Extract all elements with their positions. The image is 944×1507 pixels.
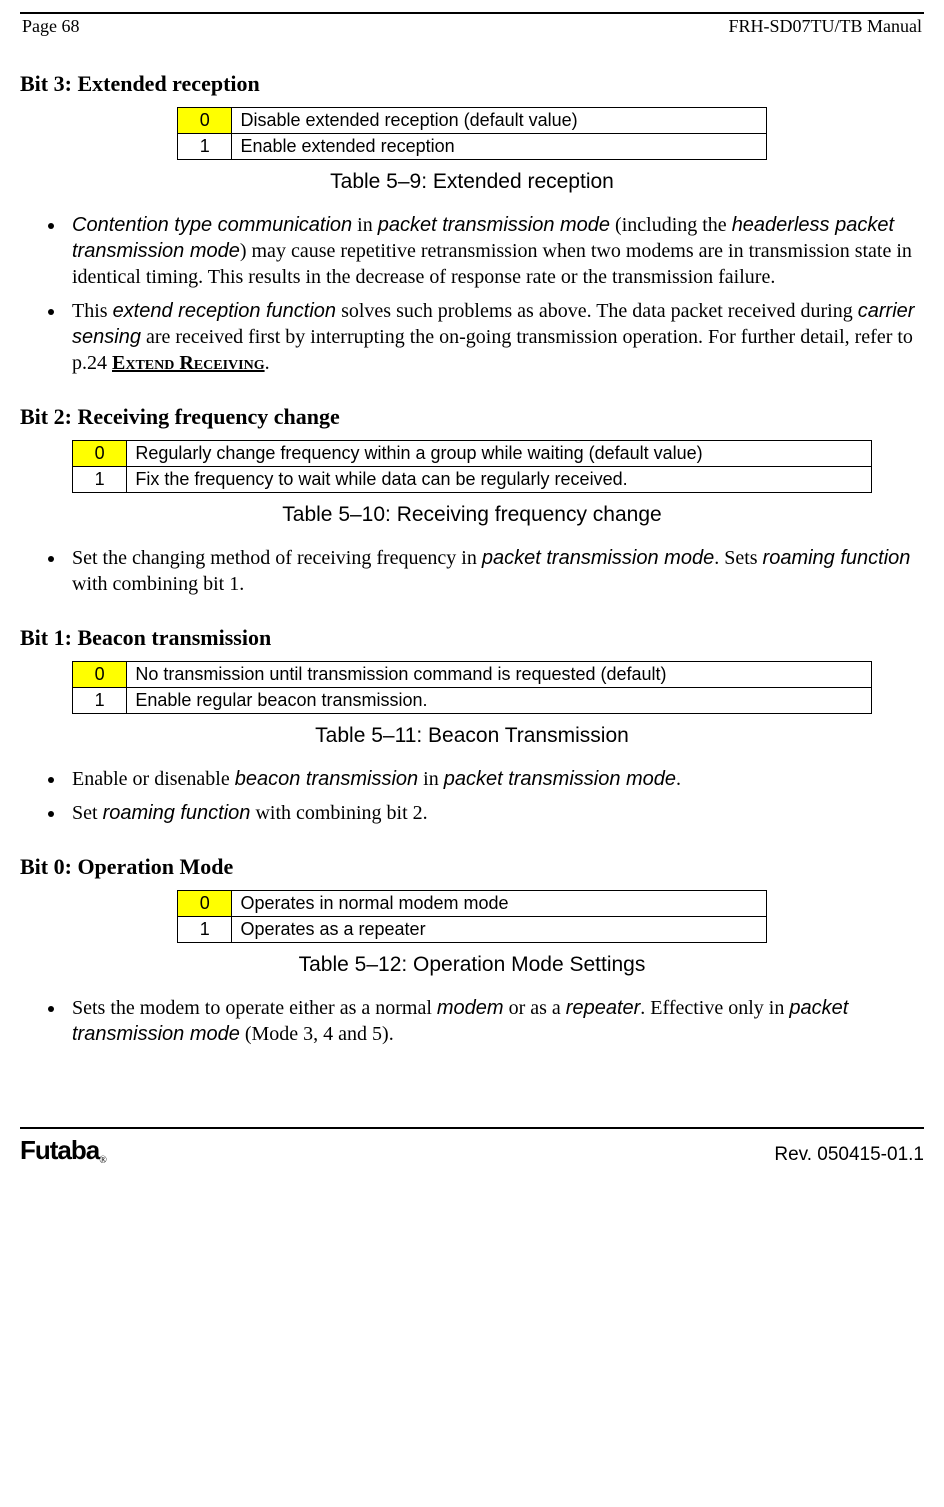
table-row: 1 Fix the frequency to wait while data c… bbox=[73, 467, 872, 493]
text: . Sets bbox=[714, 547, 762, 569]
futaba-logo: Futaba® bbox=[20, 1135, 107, 1166]
bit3-table: 0 Disable extended reception (default va… bbox=[177, 107, 767, 160]
revision-text: Rev. 050415-01.1 bbox=[774, 1144, 924, 1166]
text: Set bbox=[72, 802, 103, 824]
bit0-caption: Table 5–12: Operation Mode Settings bbox=[20, 953, 924, 977]
bit0-heading: Bit 0: Operation Mode bbox=[20, 854, 924, 880]
text: (including the bbox=[610, 214, 732, 236]
table-row: 0 Regularly change frequency within a gr… bbox=[73, 441, 872, 467]
bit0-row1-desc: Operates as a repeater bbox=[232, 917, 767, 943]
text-italic: extend reception function bbox=[113, 300, 337, 322]
manual-title: FRH-SD07TU/TB Manual bbox=[729, 16, 923, 37]
text-italic: beacon transmission bbox=[235, 768, 418, 790]
bit3-heading: Bit 3: Extended reception bbox=[20, 71, 924, 97]
text-italic: roaming function bbox=[103, 802, 251, 824]
list-item: Sets the modem to operate either as a no… bbox=[66, 995, 924, 1047]
bit0-row0-key: 0 bbox=[178, 891, 232, 917]
text: in bbox=[418, 768, 444, 790]
bit1-row0-key: 0 bbox=[73, 662, 127, 688]
bit2-table: 0 Regularly change frequency within a gr… bbox=[72, 440, 872, 493]
text: in bbox=[352, 214, 378, 236]
text: Enable or disenable bbox=[72, 768, 235, 790]
text-italic: packet transmission mode bbox=[482, 547, 714, 569]
bit3-bullets: Contention type communication in packet … bbox=[20, 212, 924, 376]
bit2-bullets: Set the changing method of receiving fre… bbox=[20, 545, 924, 597]
list-item: Contention type communication in packet … bbox=[66, 212, 924, 290]
bit0-table: 0 Operates in normal modem mode 1 Operat… bbox=[177, 890, 767, 943]
text: . bbox=[676, 768, 681, 790]
text-italic: Contention type communication bbox=[72, 214, 352, 236]
page-footer: Futaba® Rev. 050415-01.1 bbox=[0, 1127, 944, 1184]
text: This bbox=[72, 300, 113, 322]
text-italic: repeater bbox=[566, 997, 641, 1019]
list-item: Set the changing method of receiving fre… bbox=[66, 545, 924, 597]
text: Sets the modem to operate either as a no… bbox=[72, 997, 437, 1019]
list-item: This extend reception function solves su… bbox=[66, 298, 924, 376]
bit1-bullets: Enable or disenable beacon transmission … bbox=[20, 766, 924, 826]
list-item: Enable or disenable beacon transmission … bbox=[66, 766, 924, 792]
text-italic: roaming function bbox=[763, 547, 911, 569]
bit0-row1-key: 1 bbox=[178, 917, 232, 943]
text: (Mode 3, 4 and 5). bbox=[240, 1023, 394, 1045]
text: with combining bit 2. bbox=[250, 802, 427, 824]
footer-rule bbox=[20, 1127, 924, 1129]
table-row: 0 Operates in normal modem mode bbox=[178, 891, 767, 917]
text: Set the changing method of receiving fre… bbox=[72, 547, 482, 569]
bit1-row1-desc: Enable regular beacon transmission. bbox=[127, 688, 872, 714]
page-header: Page 68 FRH-SD07TU/TB Manual bbox=[20, 16, 924, 43]
text-italic: modem bbox=[437, 997, 504, 1019]
bit2-row0-desc: Regularly change frequency within a grou… bbox=[127, 441, 872, 467]
bit1-heading: Bit 1: Beacon transmission bbox=[20, 625, 924, 651]
registered-mark: ® bbox=[99, 1155, 107, 1166]
logo-text: Futaba bbox=[20, 1135, 99, 1165]
table-row: 1 Enable regular beacon transmission. bbox=[73, 688, 872, 714]
text: . bbox=[265, 352, 270, 374]
text: or as a bbox=[504, 997, 566, 1019]
text-italic: packet transmission mode bbox=[444, 768, 676, 790]
bit0-bullets: Sets the modem to operate either as a no… bbox=[20, 995, 924, 1047]
table-row: 1 Operates as a repeater bbox=[178, 917, 767, 943]
bit1-row1-key: 1 bbox=[73, 688, 127, 714]
bit3-row0-desc: Disable extended reception (default valu… bbox=[232, 108, 767, 134]
page-number: Page 68 bbox=[22, 16, 80, 37]
extend-receiving-link[interactable]: Extend Receiving bbox=[112, 352, 265, 374]
text: . Effective only in bbox=[640, 997, 789, 1019]
bit3-row1-desc: Enable extended reception bbox=[232, 134, 767, 160]
bit2-row1-key: 1 bbox=[73, 467, 127, 493]
bit3-row0-key: 0 bbox=[178, 108, 232, 134]
page-body: Page 68 FRH-SD07TU/TB Manual Bit 3: Exte… bbox=[0, 12, 944, 1067]
bit2-row1-desc: Fix the frequency to wait while data can… bbox=[127, 467, 872, 493]
list-item: Set roaming function with combining bit … bbox=[66, 800, 924, 826]
table-row: 1 Enable extended reception bbox=[178, 134, 767, 160]
bit1-row0-desc: No transmission until transmission comma… bbox=[127, 662, 872, 688]
bit0-row0-desc: Operates in normal modem mode bbox=[232, 891, 767, 917]
text: with combining bit 1. bbox=[72, 573, 244, 595]
bit3-caption: Table 5–9: Extended reception bbox=[20, 170, 924, 194]
text: solves such problems as above. The data … bbox=[336, 300, 858, 322]
header-rule bbox=[20, 12, 924, 14]
bit1-caption: Table 5–11: Beacon Transmission bbox=[20, 724, 924, 748]
bit2-caption: Table 5–10: Receiving frequency change bbox=[20, 503, 924, 527]
bit2-row0-key: 0 bbox=[73, 441, 127, 467]
bit1-table: 0 No transmission until transmission com… bbox=[72, 661, 872, 714]
footer-row: Futaba® Rev. 050415-01.1 bbox=[20, 1135, 924, 1166]
bit3-row1-key: 1 bbox=[178, 134, 232, 160]
table-row: 0 Disable extended reception (default va… bbox=[178, 108, 767, 134]
text-italic: packet transmission mode bbox=[378, 214, 610, 236]
bit2-heading: Bit 2: Receiving frequency change bbox=[20, 404, 924, 430]
table-row: 0 No transmission until transmission com… bbox=[73, 662, 872, 688]
